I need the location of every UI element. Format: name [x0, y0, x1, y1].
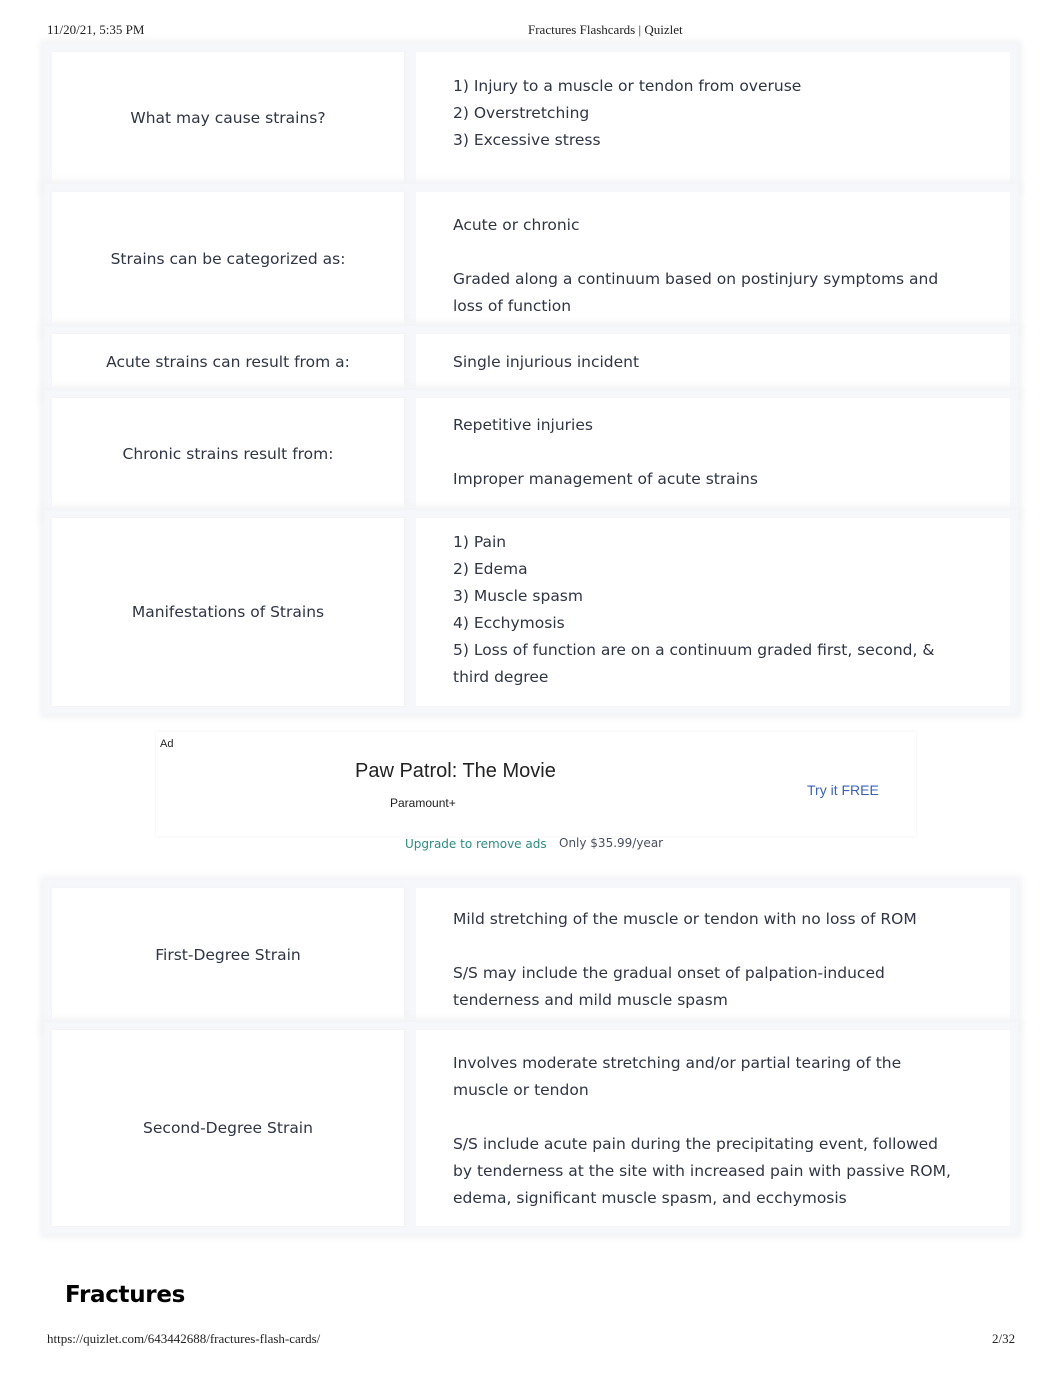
definition-line: Graded along a continuum based on postin… [453, 270, 939, 315]
upgrade-price: Only $35.99/year [559, 836, 664, 850]
flashcard: Manifestations of Strains 1) Pain 2) Ede… [44, 510, 1018, 714]
flashcard: First-Degree Strain Mild stretching of t… [44, 880, 1018, 1030]
card-term: What may cause strains? [52, 52, 404, 184]
print-datetime: 11/20/21, 5:35 PM [47, 22, 145, 37]
definition-line: 3) Muscle spasm [453, 587, 583, 605]
flashcard: Second-Degree Strain Involves moderate s… [44, 1022, 1018, 1234]
card-term: Manifestations of Strains [52, 518, 404, 706]
card-term: Strains can be categorized as: [52, 192, 404, 326]
card-definition: Involves moderate stretching and/or part… [416, 1030, 1010, 1226]
definition-line: 5) Loss of function are on a continuum g… [453, 641, 935, 686]
ad-label: Ad [160, 738, 174, 750]
definition-line: S/S may include the gradual onset of pal… [453, 964, 885, 1009]
card-definition: Mild stretching of the muscle or tendon … [416, 888, 1010, 1022]
definition-line: 4) Ecchymosis [453, 614, 565, 632]
ad-container: Ad Paw Patrol: The Movie Paramount+ Try … [56, 726, 916, 870]
ad-cta-button[interactable]: Try it FREE [807, 782, 879, 798]
flashcard: Acute strains can result from a: Single … [44, 326, 1018, 398]
definition-line: Involves moderate stretching and/or part… [453, 1054, 902, 1099]
definition-line: Mild stretching of the muscle or tendon … [453, 910, 917, 928]
ad-title[interactable]: Paw Patrol: The Movie [355, 760, 556, 783]
ad-advertiser: Paramount+ [390, 796, 456, 810]
card-definition: 1) Pain 2) Edema 3) Muscle spasm 4) Ecch… [416, 518, 1010, 706]
card-term: Acute strains can result from a: [52, 334, 404, 390]
definition-line: 3) Excessive stress [453, 131, 601, 149]
definition-line: 2) Overstretching [453, 104, 590, 122]
definition-line: 2) Edema [453, 560, 528, 578]
card-definition: Single injurious incident [416, 334, 1010, 390]
upgrade-link[interactable]: Upgrade to remove ads [405, 837, 547, 851]
flashcard: Strains can be categorized as: Acute or … [44, 184, 1018, 334]
flashcard: Chronic strains result from: Repetitive … [44, 390, 1018, 518]
ad-banner[interactable]: Ad Paw Patrol: The Movie Paramount+ Try … [156, 732, 916, 836]
card-definition: Repetitive injuries Improper management … [416, 398, 1010, 510]
definition-line: Improper management of acute strains [453, 470, 758, 488]
definition-line: 1) Injury to a muscle or tendon from ove… [453, 77, 802, 95]
definition-line: Single injurious incident [453, 353, 640, 371]
card-definition: Acute or chronic Graded along a continuu… [416, 192, 1010, 326]
flashcard: What may cause strains? 1) Injury to a m… [44, 44, 1018, 192]
definition-line: Acute or chronic [453, 216, 580, 234]
definition-line: Repetitive injuries [453, 416, 593, 434]
card-definition: 1) Injury to a muscle or tendon from ove… [416, 52, 1010, 184]
card-term: Chronic strains result from: [52, 398, 404, 510]
section-heading: Fractures [65, 1282, 186, 1308]
definition-line: 1) Pain [453, 533, 507, 551]
print-page-title: Fractures Flashcards | Quizlet [528, 22, 683, 37]
print-url: https://quizlet.com/643442688/fractures-… [47, 1331, 321, 1346]
card-term: First-Degree Strain [52, 888, 404, 1022]
print-page-number: 2/32 [992, 1331, 1016, 1346]
card-term: Second-Degree Strain [52, 1030, 404, 1226]
definition-line: S/S include acute pain during the precip… [453, 1135, 951, 1207]
